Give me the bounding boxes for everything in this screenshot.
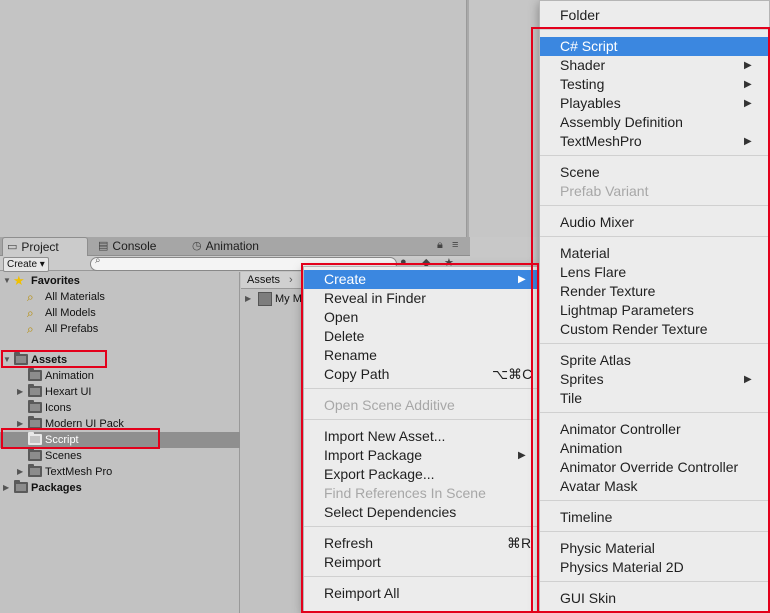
annotation-box-context-menu [301, 263, 539, 613]
folder-icon [14, 480, 28, 493]
tree-label: TextMesh Pro [45, 466, 113, 478]
folder-icon [28, 464, 42, 477]
folder-icon: ▭ [7, 240, 18, 253]
tree-label: Animation [45, 370, 94, 382]
collapsed-arrow-icon[interactable]: ▶ [245, 291, 251, 307]
asset-label: My M [275, 293, 302, 305]
tree-label: All Materials [45, 291, 105, 303]
scene-view[interactable] [0, 0, 470, 237]
console-icon: ▤ [98, 240, 109, 252]
tree-folder[interactable]: Animation [0, 368, 240, 384]
search-filter-icon: ⌕ [27, 306, 34, 320]
tab-animation[interactable]: ◷ Animation [188, 237, 288, 256]
folder-icon [28, 400, 42, 413]
inspector-area [469, 0, 539, 237]
tree-label: Favorites [31, 275, 80, 287]
submenu-item-folder[interactable]: Folder [540, 6, 769, 25]
folder-icon [28, 448, 42, 461]
tab-bar: ▭ Project ▤ Console ◷ Animation 🔒︎ ≡ [0, 237, 470, 256]
tree-label: Icons [45, 402, 72, 414]
folder-icon [28, 384, 42, 397]
tree-item[interactable]: ⌕ All Prefabs [0, 321, 240, 337]
animation-clock-icon: ◷ [192, 240, 202, 252]
annotation-box-create-submenu [531, 27, 770, 613]
star-icon: ★ [13, 273, 25, 288]
tree-label: All Models [45, 307, 96, 319]
tab-label: Project [21, 239, 59, 254]
breadcrumb-chevron-icon: › [289, 274, 293, 286]
folder-icon [28, 368, 42, 381]
tree-packages[interactable]: ▶ Packages [0, 480, 240, 496]
tree-label: Packages [31, 482, 82, 494]
tab-menu-icon[interactable]: ≡ [452, 239, 458, 251]
annotation-box-script-folder [1, 428, 160, 449]
tree-item[interactable]: ⌕ All Models [0, 305, 240, 321]
tree-favorites[interactable]: ▼ ★ Favorites [0, 273, 240, 289]
breadcrumb-assets[interactable]: Assets [247, 272, 280, 288]
scene-icon [258, 292, 272, 306]
tree-folder[interactable]: Icons [0, 400, 240, 416]
search-icon: ⌕ [95, 255, 101, 266]
tree-item[interactable]: ⌕ All Materials [0, 289, 240, 305]
tree-folder[interactable]: ▶ TextMesh Pro [0, 464, 240, 480]
tree-label: Scenes [45, 450, 82, 462]
collapsed-arrow-icon[interactable]: ▶ [17, 384, 23, 400]
lock-icon[interactable]: 🔒︎ [437, 239, 443, 252]
expanded-arrow-icon: ▼ [3, 276, 11, 285]
tab-label: Animation [205, 239, 259, 253]
tab-project[interactable]: ▭ Project [2, 237, 88, 256]
search-filter-icon: ⌕ [27, 322, 34, 336]
create-button[interactable]: Create ▾ [3, 257, 49, 272]
tab-console[interactable]: ▤ Console [94, 237, 184, 256]
collapsed-arrow-icon[interactable]: ▶ [3, 480, 9, 496]
tree-label: All Prefabs [45, 323, 99, 335]
tree-label: Hexart UI [45, 386, 92, 398]
annotation-box-assets [1, 350, 107, 368]
menu-label: Folder [560, 7, 600, 23]
tree-folder[interactable]: ▶ Hexart UI [0, 384, 240, 400]
search-filter-icon: ⌕ [27, 290, 34, 304]
tab-label: Console [112, 239, 157, 253]
tree-folder[interactable]: Scenes [0, 448, 240, 464]
collapsed-arrow-icon[interactable]: ▶ [17, 464, 23, 480]
